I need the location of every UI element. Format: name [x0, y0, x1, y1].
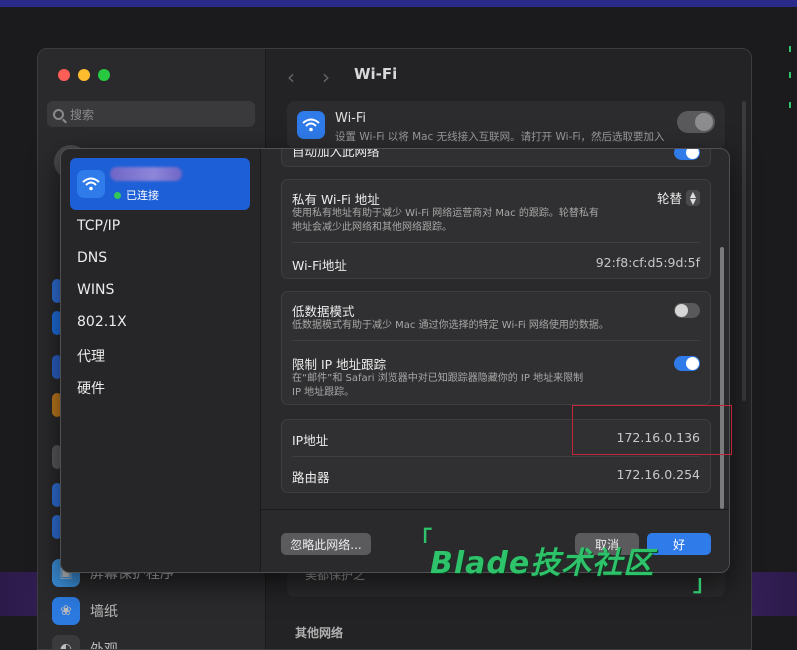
wifi-toggle-card: Wi-Fi 设置 Wi-Fi 以将 Mac 无线接入互联网。请打开 Wi-Fi，… [287, 101, 725, 149]
privacy-card: 低数据模式 低数据模式有助于减少 Mac 通过你选择的特定 Wi-Fi 网络使用… [281, 291, 711, 405]
main-scrollbar[interactable] [742, 101, 746, 401]
connected-dot-icon [114, 191, 121, 199]
address-card: 私有 Wi-Fi 地址 使用私有地址有助于减少 Wi-Fi 网络运营商对 Mac… [281, 179, 711, 279]
sidebar-item-wallpaper[interactable]: ❀ 墙纸 [52, 597, 118, 625]
network-details-dialog: 已连接 TCP/IP DNS WINS 802.1X 代理 硬件 自动加入此网络… [60, 148, 730, 573]
router-label: 路由器 [292, 470, 330, 485]
dialog-nav-dns[interactable]: DNS [77, 250, 107, 266]
sidebar-item-label: 外观 [90, 642, 118, 650]
wifi-toggle[interactable] [677, 111, 715, 133]
description-line: IP 地址跟踪。 [292, 387, 355, 398]
low-data-description: 低数据模式有助于减少 Mac 通过你选择的特定 Wi-Fi 网络使用的数据。 [292, 320, 609, 331]
private-address-select[interactable]: 轮替 ▲ ▼ [657, 188, 700, 207]
wifi-card-title: Wi-Fi [335, 111, 367, 126]
dialog-nav-proxy[interactable]: 代理 [77, 346, 105, 366]
router-value: 172.16.0.254 [616, 467, 701, 482]
description-line: 地址会减少此网络和其他网络跟踪。 [292, 222, 452, 233]
divider [292, 242, 700, 243]
network-name-redacted [110, 167, 182, 181]
ok-button[interactable]: 好 [647, 533, 711, 555]
sidebar-item-appearance[interactable]: ◐ 外观 [52, 635, 118, 650]
desktop-marker [789, 72, 791, 78]
desktop-top-bar [0, 0, 797, 7]
wifi-card-description: 设置 Wi-Fi 以将 Mac 无线接入互联网。请打开 Wi-Fi，然后选取要加… [335, 131, 665, 143]
search-icon [53, 108, 64, 120]
desktop-marker [789, 46, 791, 52]
minimize-window-button[interactable] [78, 69, 90, 81]
ip-address-label: IP地址 [292, 433, 329, 448]
description-line: 在“邮件”和 Safari 浏览器中对已知跟踪器隐藏你的 IP 地址来限制 [292, 373, 584, 384]
watermark-text: Blade技术社区 [430, 546, 655, 581]
close-window-button[interactable] [58, 69, 70, 81]
wifi-icon [297, 111, 325, 139]
limit-ip-tracking-description: 在“邮件”和 Safari 浏览器中对已知跟踪器隐藏你的 IP 地址来限制 IP… [292, 372, 632, 400]
desktop-marker [789, 102, 791, 108]
auto-join-label: 自动加入此网络 [292, 148, 380, 159]
highlight-annotation-box [572, 405, 732, 455]
wifi-address-label: Wi-Fi地址 [292, 258, 347, 273]
wallpaper-icon: ❀ [52, 597, 80, 625]
private-address-title: 私有 Wi-Fi 地址 [292, 192, 380, 207]
search-field[interactable]: 搜索 [47, 101, 255, 127]
private-address-description: 使用私有地址有助于减少 Wi-Fi 网络运营商对 Mac 的跟踪。轮替私有 地址… [292, 207, 632, 235]
description-line: 使用私有地址有助于减少 Wi-Fi 网络运营商对 Mac 的跟踪。轮替私有 [292, 208, 599, 219]
dialog-sidebar: 已连接 TCP/IP DNS WINS 802.1X 代理 硬件 [61, 149, 261, 572]
page-title: Wi-Fi [354, 65, 398, 83]
chevron-updown-icon: ▲ ▼ [686, 189, 700, 206]
private-address-value: 轮替 [656, 191, 682, 206]
window-controls [58, 69, 110, 81]
watermark-bracket-close: 」 [693, 572, 716, 597]
dialog-nav-8021x[interactable]: 802.1X [77, 314, 127, 330]
connection-status: 已连接 [114, 187, 159, 203]
auto-join-card: 自动加入此网络 [281, 148, 711, 167]
appearance-icon: ◐ [52, 635, 80, 649]
forget-network-button[interactable]: 忽略此网络... [281, 533, 371, 555]
back-arrow-icon[interactable]: ‹ [287, 65, 295, 89]
dialog-nav-wins[interactable]: WINS [77, 282, 114, 298]
connection-status-label: 已连接 [126, 189, 159, 202]
auto-join-toggle[interactable] [674, 149, 700, 160]
zoom-window-button[interactable] [98, 69, 110, 81]
low-data-toggle[interactable] [674, 303, 700, 318]
other-networks-heading: 其他网络 [295, 626, 344, 640]
watermark-bracket-open: 「 [410, 528, 433, 553]
low-data-title: 低数据模式 [292, 304, 355, 319]
dialog-nav-hardware[interactable]: 硬件 [77, 378, 105, 398]
search-placeholder: 搜索 [70, 107, 95, 122]
limit-ip-tracking-toggle[interactable] [674, 356, 700, 371]
dialog-nav-tcpip[interactable]: TCP/IP [77, 218, 120, 234]
dialog-scrollbar[interactable] [720, 247, 724, 509]
wifi-address-value: 92:f8:cf:d5:9d:5f [595, 255, 700, 270]
wifi-icon [77, 170, 105, 198]
dialog-content: 自动加入此网络 私有 Wi-Fi 地址 使用私有地址有助于减少 Wi-Fi 网络… [261, 148, 729, 509]
forward-arrow-icon[interactable]: › [322, 65, 330, 89]
selected-network[interactable]: 已连接 [70, 158, 250, 210]
limit-ip-tracking-title: 限制 IP 地址跟踪 [292, 357, 387, 372]
divider [292, 456, 700, 457]
divider [292, 340, 700, 341]
sidebar-item-label: 墙纸 [90, 604, 118, 620]
